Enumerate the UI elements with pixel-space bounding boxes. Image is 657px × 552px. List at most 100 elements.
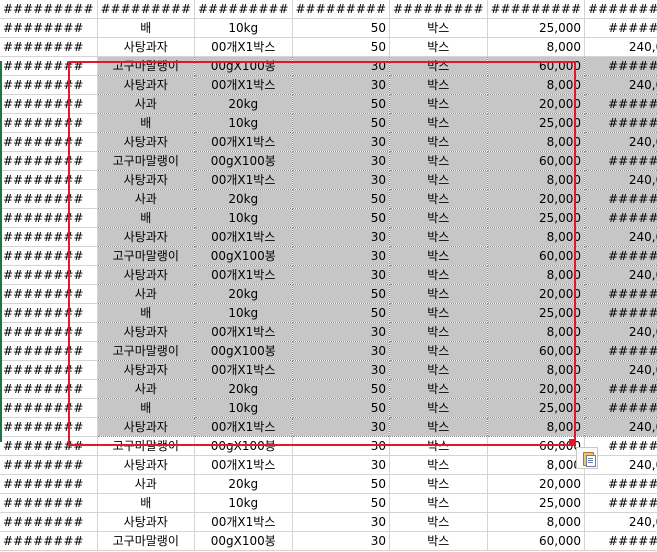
cell-f12[interactable]: 25,000 [487, 208, 585, 228]
cell-b1[interactable]: ######### [97, 0, 195, 19]
cell-f28[interactable]: 8,000 [487, 512, 585, 532]
cell-d20[interactable]: 30 [292, 360, 390, 380]
cell-a21[interactable]: ######## [0, 379, 98, 399]
cell-d17[interactable]: 50 [292, 303, 390, 323]
cell-e13[interactable]: 박스 [389, 227, 488, 247]
cell-d18[interactable]: 30 [292, 322, 390, 342]
cell-a27[interactable]: ######## [0, 493, 98, 513]
table-row[interactable]: ########사탕과자00개X1박스30박스8,000240,00024,00… [0, 360, 657, 380]
table-row[interactable]: ########사과20kg50박스20,000#######100,000-#… [0, 474, 657, 494]
cell-g17[interactable]: ####### [584, 303, 657, 323]
cell-d14[interactable]: 30 [292, 246, 390, 266]
cell-b9[interactable]: 고구마말랭이 [97, 151, 195, 171]
cell-g18[interactable]: 240,000 [584, 322, 657, 342]
cell-g5[interactable]: 240,000 [584, 75, 657, 95]
cell-c10[interactable]: 00개X1박스 [194, 170, 293, 190]
cell-b5[interactable]: 사탕과자 [97, 75, 195, 95]
cell-a24[interactable]: ######## [0, 436, 98, 456]
table-row[interactable]: ########사탕과자00개X1박스30박스8,000240,00024,00… [0, 227, 657, 247]
cell-a26[interactable]: ######## [0, 474, 98, 494]
cell-f2[interactable]: 25,000 [487, 18, 585, 38]
cell-a11[interactable]: ######## [0, 189, 98, 209]
cell-b17[interactable]: 배 [97, 303, 195, 323]
cell-c21[interactable]: 20kg [194, 379, 293, 399]
cell-g14[interactable]: ####### [584, 246, 657, 266]
cell-f4[interactable]: 60,000 [487, 56, 585, 76]
cell-c17[interactable]: 10kg [194, 303, 293, 323]
cell-d2[interactable]: 50 [292, 18, 390, 38]
cell-f21[interactable]: 20,000 [487, 379, 585, 399]
cell-b28[interactable]: 사탕과자 [97, 512, 195, 532]
cell-b8[interactable]: 사탕과자 [97, 132, 195, 152]
cell-d4[interactable]: 30 [292, 56, 390, 76]
cell-e29[interactable]: 박스 [389, 531, 488, 551]
cell-f25[interactable]: 8,000 [487, 455, 585, 475]
table-row[interactable]: ########배10kg50박스25,000#######125,000100… [0, 493, 657, 513]
cell-b29[interactable]: 고구마말랭이 [97, 531, 195, 551]
cell-e1[interactable]: ######### [389, 0, 488, 19]
cell-g20[interactable]: 240,000 [584, 360, 657, 380]
cell-f1[interactable]: ######### [487, 0, 585, 19]
cell-b11[interactable]: 사과 [97, 189, 195, 209]
table-row[interactable]: ########사과20kg50박스20,000#######100,000-#… [0, 379, 657, 399]
cell-b3[interactable]: 사탕과자 [97, 37, 195, 57]
cell-e7[interactable]: 박스 [389, 113, 488, 133]
cell-g4[interactable]: ####### [584, 56, 657, 76]
cell-b18[interactable]: 사탕과자 [97, 322, 195, 342]
cell-g16[interactable]: ####### [584, 284, 657, 304]
cell-b13[interactable]: 사탕과자 [97, 227, 195, 247]
cell-g15[interactable]: 240,000 [584, 265, 657, 285]
cell-c25[interactable]: 00개X1박스 [194, 455, 293, 475]
table-row[interactable]: ########사탕과자00개X1박스30박스8,000240,00024,00… [0, 322, 657, 342]
cell-e12[interactable]: 박스 [389, 208, 488, 228]
cell-e6[interactable]: 박스 [389, 94, 488, 114]
cell-g13[interactable]: 240,000 [584, 227, 657, 247]
cell-e25[interactable]: 박스 [389, 455, 488, 475]
cell-e9[interactable]: 박스 [389, 151, 488, 171]
cell-c2[interactable]: 10kg [194, 18, 293, 38]
cell-e15[interactable]: 박스 [389, 265, 488, 285]
cell-f8[interactable]: 8,000 [487, 132, 585, 152]
cell-g9[interactable]: ####### [584, 151, 657, 171]
cell-d23[interactable]: 30 [292, 417, 390, 437]
cell-b7[interactable]: 배 [97, 113, 195, 133]
table-row[interactable]: ########배10kg50박스25,000#######125,000100… [0, 398, 657, 418]
cell-d8[interactable]: 30 [292, 132, 390, 152]
cell-g19[interactable]: ####### [584, 341, 657, 361]
cell-f14[interactable]: 60,000 [487, 246, 585, 266]
cell-e26[interactable]: 박스 [389, 474, 488, 494]
cell-a15[interactable]: ######## [0, 265, 98, 285]
cell-a18[interactable]: ######## [0, 322, 98, 342]
cell-g3[interactable]: 240,000 [584, 37, 657, 57]
cell-b4[interactable]: 고구마말랭이 [97, 56, 195, 76]
cell-f5[interactable]: 8,000 [487, 75, 585, 95]
table-row[interactable]: ########고구마말랭이00gX100봉30박스60,000#######1… [0, 341, 657, 361]
cell-a8[interactable]: ######## [0, 132, 98, 152]
cell-f13[interactable]: 8,000 [487, 227, 585, 247]
cell-b15[interactable]: 사탕과자 [97, 265, 195, 285]
cell-c24[interactable]: 00gX100봉 [194, 436, 293, 456]
cell-a7[interactable]: ######## [0, 113, 98, 133]
cell-c20[interactable]: 00개X1박스 [194, 360, 293, 380]
cell-d16[interactable]: 50 [292, 284, 390, 304]
table-row[interactable]: ########배10kg50박스25,000#######125,000100… [0, 113, 657, 133]
cell-g1[interactable]: ######### [584, 0, 657, 19]
table-row[interactable]: ######### ######### ######### ######### ####… [0, 0, 657, 19]
cell-e16[interactable]: 박스 [389, 284, 488, 304]
cell-e19[interactable]: 박스 [389, 341, 488, 361]
cell-g26[interactable]: ####### [584, 474, 657, 494]
cell-e10[interactable]: 박스 [389, 170, 488, 190]
cell-a19[interactable]: ######## [0, 341, 98, 361]
cell-b24[interactable]: 고구마말랭이 [97, 436, 195, 456]
cell-a16[interactable]: ######## [0, 284, 98, 304]
spreadsheet-grid[interactable]: ######### ######### ######### ######### ####… [0, 0, 657, 552]
cell-d26[interactable]: 50 [292, 474, 390, 494]
table-row[interactable]: ########사탕과자00개X1박스30박스8,000240,00024,00… [0, 75, 657, 95]
cell-b12[interactable]: 배 [97, 208, 195, 228]
cell-d5[interactable]: 30 [292, 75, 390, 95]
cell-b14[interactable]: 고구마말랭이 [97, 246, 195, 266]
cell-c9[interactable]: 00gX100봉 [194, 151, 293, 171]
cell-b6[interactable]: 사과 [97, 94, 195, 114]
cell-b2[interactable]: 배 [97, 18, 195, 38]
cell-f9[interactable]: 60,000 [487, 151, 585, 171]
